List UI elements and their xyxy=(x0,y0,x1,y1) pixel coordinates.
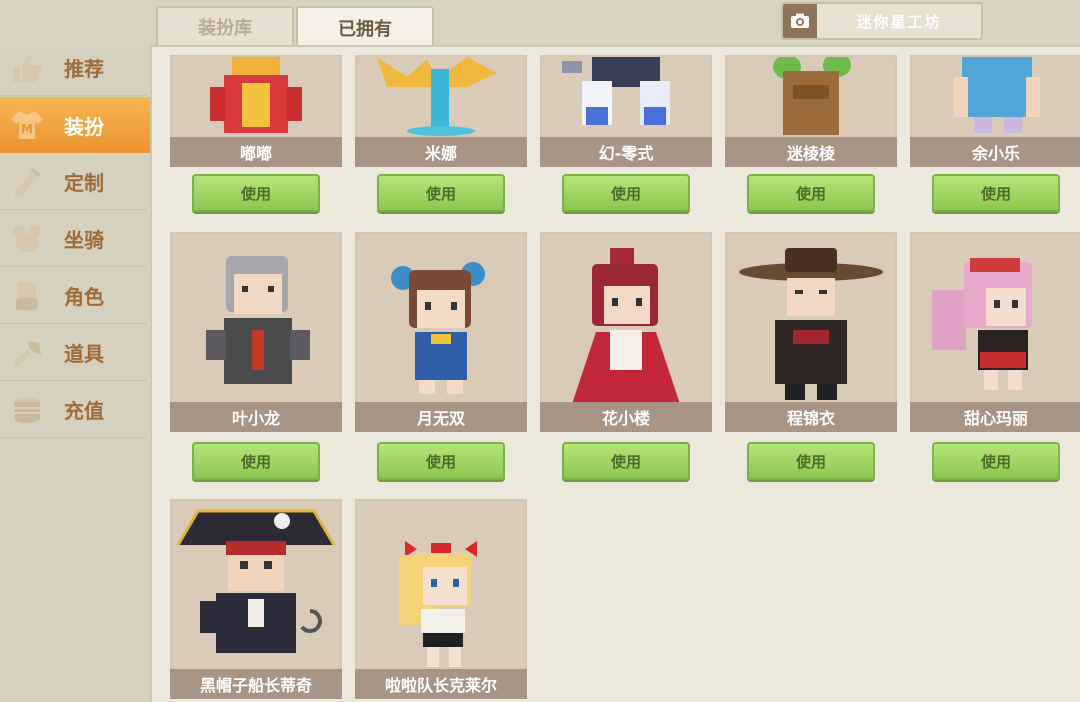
top-bar: 装扮库 已拥有 迷你星工坊 xyxy=(0,0,1080,48)
costume-name: 幻-零式 xyxy=(540,137,712,167)
sidebar-item-label: 装扮 xyxy=(64,114,104,139)
costume-card-heimaozi-chuanzhang-diqi[interactable]: 黑帽子船长蒂奇 xyxy=(170,499,342,699)
costume-card-milengleng[interactable]: 迷棱棱 xyxy=(725,55,897,167)
sidebar-item-label: 坐骑 xyxy=(64,228,104,252)
costume-name: 余小乐 xyxy=(910,137,1080,167)
costume-card-yue-wushuang[interactable]: 月无双 xyxy=(355,232,527,432)
costume-name: 啦啦队长克莱尔 xyxy=(355,669,527,699)
sidebar-item-label: 道具 xyxy=(64,342,104,366)
costume-art xyxy=(170,499,342,669)
customize-icon xyxy=(6,161,48,203)
costume-art xyxy=(910,55,1080,137)
sidebar-item-costume[interactable]: M 装扮 xyxy=(0,97,155,153)
use-button[interactable]: 使用 xyxy=(377,442,505,480)
use-button[interactable]: 使用 xyxy=(562,174,690,212)
mount-icon xyxy=(6,218,48,260)
sidebar-item-recharge[interactable]: 充值 xyxy=(0,382,147,438)
costume-card-ye-xiaolong[interactable]: 叶小龙 xyxy=(170,232,342,432)
sidebar-item-items[interactable]: 道具 xyxy=(0,325,147,381)
costume-name: 黑帽子船长蒂奇 xyxy=(170,669,342,699)
costume-name: 嘟嘟 xyxy=(170,137,342,167)
sidebar-item-label: 充值 xyxy=(64,399,104,423)
sidebar-item-recommend[interactable]: 推荐 xyxy=(0,40,147,96)
costume-art xyxy=(540,232,712,402)
use-button[interactable]: 使用 xyxy=(192,174,320,212)
use-button[interactable]: 使用 xyxy=(562,442,690,480)
sidebar-item-label: 推荐 xyxy=(64,57,104,81)
costume-art xyxy=(355,232,527,402)
costume-art xyxy=(725,55,897,137)
costume-name: 花小楼 xyxy=(540,402,712,432)
svg-text:M: M xyxy=(21,122,33,136)
costume-card-huan-lingshi[interactable]: 幻-零式 xyxy=(540,55,712,167)
costume-art xyxy=(725,232,897,402)
studio-label: 迷你星工坊 xyxy=(856,12,942,31)
costume-name: 月无双 xyxy=(355,402,527,432)
costume-icon: M xyxy=(6,104,48,146)
costume-art xyxy=(910,232,1080,402)
item-icon xyxy=(6,332,48,374)
use-button[interactable]: 使用 xyxy=(932,174,1060,212)
use-button[interactable]: 使用 xyxy=(377,174,505,212)
tab-owned[interactable]: 已拥有 xyxy=(296,6,434,48)
mini-studio-button[interactable]: 迷你星工坊 xyxy=(781,2,983,40)
costume-grid-panel: 嘟嘟 使用 米娜 使用 幻-零式 使用 迷棱棱 使用 余小乐 使用 叶小龙 使用… xyxy=(150,45,1080,702)
costume-card-tianxin-mali[interactable]: 甜心玛丽 xyxy=(910,232,1080,432)
use-button[interactable]: 使用 xyxy=(747,442,875,480)
costume-name: 迷棱棱 xyxy=(725,137,897,167)
use-button[interactable]: 使用 xyxy=(192,442,320,480)
costume-card-yu-xiaole[interactable]: 余小乐 xyxy=(910,55,1080,167)
character-icon xyxy=(6,275,48,317)
costume-name: 叶小龙 xyxy=(170,402,342,432)
costume-card-lala-duizhang-kelaier[interactable]: 啦啦队长克莱尔 xyxy=(355,499,527,699)
sidebar-item-label: 定制 xyxy=(64,171,104,195)
costume-card-hua-xiaolou[interactable]: 花小楼 xyxy=(540,232,712,432)
use-button[interactable]: 使用 xyxy=(747,174,875,212)
costume-name: 程锦衣 xyxy=(725,402,897,432)
thumbs-up-icon xyxy=(6,47,48,89)
costume-art xyxy=(540,55,712,137)
costume-art xyxy=(170,55,342,137)
costume-card-mina[interactable]: 米娜 xyxy=(355,55,527,167)
sidebar: 推荐 M 装扮 定制 坐骑 角色 道具 充值 xyxy=(0,40,155,702)
coins-icon xyxy=(6,389,48,431)
sidebar-item-character[interactable]: 角色 xyxy=(0,268,147,324)
costume-art xyxy=(355,55,527,137)
tab-wardrobe[interactable]: 装扮库 xyxy=(156,6,294,46)
use-button[interactable]: 使用 xyxy=(932,442,1060,480)
costume-art xyxy=(355,499,527,669)
costume-name: 甜心玛丽 xyxy=(910,402,1080,432)
costume-card-dudu[interactable]: 嘟嘟 xyxy=(170,55,342,167)
sidebar-item-label: 角色 xyxy=(64,285,104,309)
costume-card-cheng-jinyi[interactable]: 程锦衣 xyxy=(725,232,897,432)
sidebar-item-customize[interactable]: 定制 xyxy=(0,154,147,210)
costume-name: 米娜 xyxy=(355,137,527,167)
camera-icon xyxy=(783,4,817,38)
costume-art xyxy=(170,232,342,402)
sidebar-item-mount[interactable]: 坐骑 xyxy=(0,211,147,267)
